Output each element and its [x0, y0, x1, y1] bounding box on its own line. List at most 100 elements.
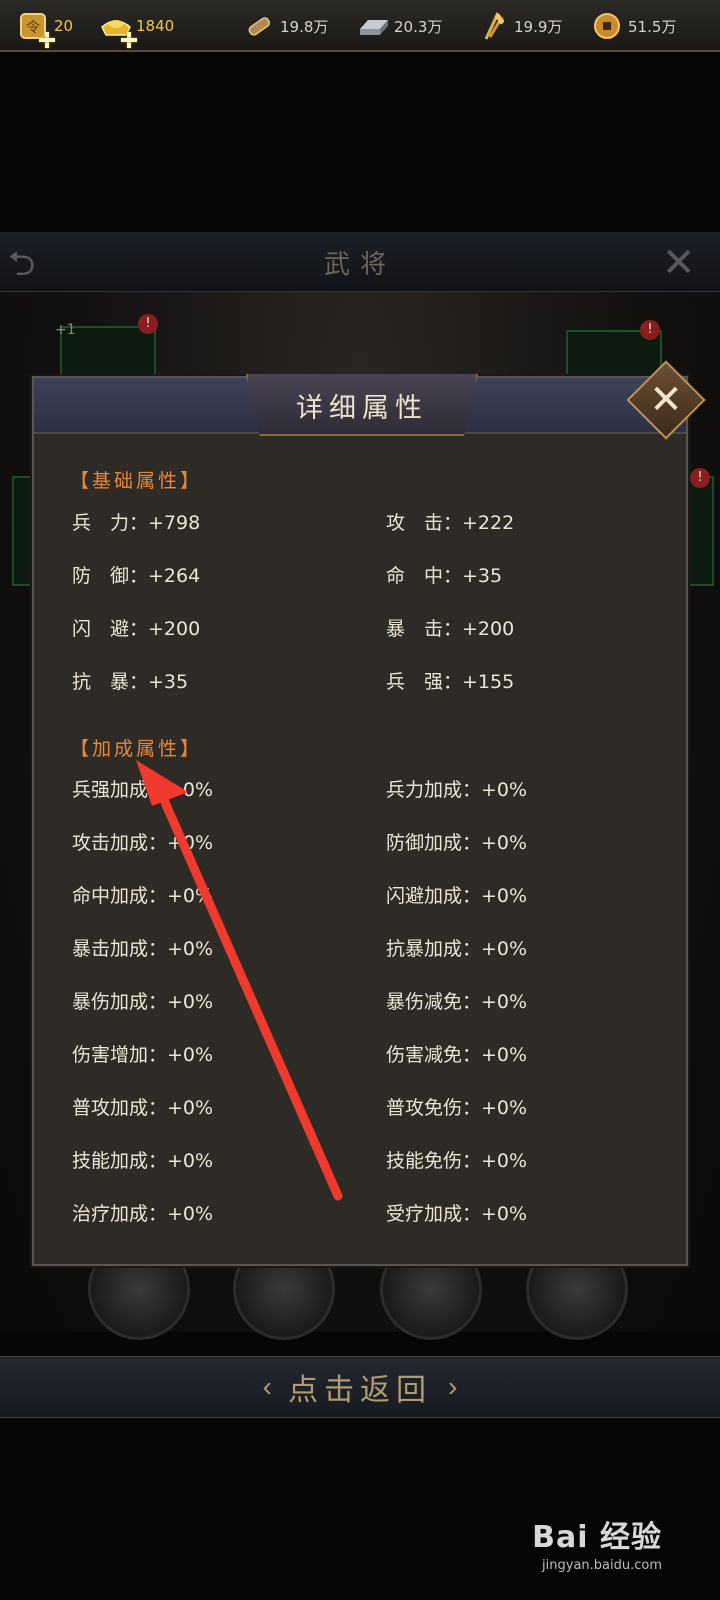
- attr-label: 抗暴加成：: [386, 938, 482, 960]
- attr-label: 伤害减免：: [386, 1044, 482, 1066]
- bonus-attr: 攻击加成：+0%: [72, 828, 213, 855]
- chevron-left-icon: ‹: [262, 1371, 272, 1402]
- attr-label: 兵 强：: [386, 671, 463, 693]
- return-button[interactable]: ‹ 点击返回 ›: [0, 1356, 720, 1418]
- attr-value: +0%: [167, 1044, 214, 1066]
- attr-label: 防御加成：: [386, 832, 482, 854]
- grain-count: 19.9万: [514, 17, 563, 36]
- attr-label: 普攻免伤：: [386, 1097, 482, 1119]
- attr-label: 治疗加成：: [72, 1203, 168, 1225]
- resource-copper[interactable]: 51.5万: [592, 10, 676, 42]
- gold-ingot-icon: [100, 11, 137, 48]
- copper-coin-icon: [592, 11, 622, 41]
- detail-attributes-dialog: 详细属性 ✕ 【基础属性】 兵 力：+798 攻 击：+222 防 御：+264…: [32, 360, 706, 1266]
- attr-value: +0%: [481, 832, 528, 854]
- attr-value: +0%: [481, 1097, 528, 1119]
- attr-value: +0%: [167, 1097, 214, 1119]
- bonus-attr: 普攻免伤：+0%: [386, 1093, 527, 1120]
- watermark-url: jingyan.baidu.com: [542, 1558, 662, 1573]
- attr-label: 暴伤减免：: [386, 991, 482, 1013]
- attr-label: 技能免伤：: [386, 1150, 482, 1172]
- bonus-attr: 治疗加成：+0%: [72, 1199, 213, 1226]
- attr-label: 闪 避：: [72, 618, 149, 640]
- attr-label: 防 御：: [72, 565, 149, 587]
- attr-value: +0%: [481, 1044, 528, 1066]
- attr-value: +0%: [481, 779, 528, 801]
- attr-value: +0%: [167, 1150, 214, 1172]
- base-attr: 暴 击：+200: [386, 614, 514, 641]
- attr-value: +200: [148, 618, 201, 640]
- attr-value: +35: [462, 565, 503, 587]
- base-attr: 防 御：+264: [72, 561, 200, 588]
- close-icon[interactable]: ✕: [662, 240, 706, 286]
- wood-count: 19.8万: [280, 17, 329, 36]
- iron-count: 20.3万: [394, 17, 443, 36]
- attr-label: 兵力加成：: [386, 779, 482, 801]
- attr-label: 伤害增加：: [72, 1044, 168, 1066]
- general-screen-title: 武将: [323, 250, 396, 280]
- chevron-right-icon: ›: [448, 1371, 458, 1402]
- watermark-logo: Bai 经验: [532, 1520, 662, 1555]
- resource-grain[interactable]: 19.9万: [478, 10, 562, 42]
- baidu-watermark: Bai 经验 jingyan.baidu.com: [532, 1512, 662, 1573]
- grain-icon: [478, 11, 508, 41]
- attr-label: 闪避加成：: [386, 885, 482, 907]
- add-token-icon[interactable]: [38, 31, 56, 49]
- base-attr: 攻 击：+222: [386, 508, 514, 535]
- attr-value: +200: [462, 618, 515, 640]
- alert-badge: !: [138, 314, 158, 334]
- attr-value: +0%: [167, 885, 214, 907]
- attr-value: +155: [462, 671, 515, 693]
- attr-label: 暴伤加成：: [72, 991, 168, 1013]
- attr-value: +0%: [481, 885, 528, 907]
- attr-value: +0%: [167, 779, 214, 801]
- iron-icon: [358, 11, 388, 41]
- attr-label: 暴击加成：: [72, 938, 168, 960]
- token-icon: 令: [18, 11, 55, 48]
- base-attr: 兵 力：+798: [72, 508, 200, 535]
- bonus-attr: 暴击加成：+0%: [72, 934, 213, 961]
- close-icon: ✕: [649, 377, 683, 423]
- return-button-label: 点击返回: [288, 1373, 432, 1408]
- base-attr: 抗 暴：+35: [72, 667, 188, 694]
- attr-label: 命 中：: [386, 565, 463, 587]
- equipment-slot[interactable]: [688, 476, 714, 586]
- bonus-attr: 抗暴加成：+0%: [386, 934, 527, 961]
- attr-value: +35: [148, 671, 189, 693]
- token-count: 20: [54, 17, 74, 35]
- bonus-attr: 暴伤加成：+0%: [72, 987, 213, 1014]
- resource-token[interactable]: 令 20: [18, 10, 74, 48]
- bonus-attr: 兵力加成：+0%: [386, 775, 527, 802]
- attr-value: +264: [148, 565, 201, 587]
- attr-label: 兵强加成：: [72, 779, 168, 801]
- attr-label: 受疗加成：: [386, 1203, 482, 1225]
- resource-wood[interactable]: 19.8万: [244, 10, 328, 42]
- upgrade-plus-label: +1: [55, 322, 76, 338]
- attr-label: 命中加成：: [72, 885, 168, 907]
- gold-count: 1840: [136, 17, 175, 35]
- bonus-attr: 闪避加成：+0%: [386, 881, 527, 908]
- resource-gold[interactable]: 1840: [100, 10, 175, 48]
- bonus-attr: 命中加成：+0%: [72, 881, 213, 908]
- bonus-attr: 普攻加成：+0%: [72, 1093, 213, 1120]
- bonus-attr: 技能加成：+0%: [72, 1146, 213, 1173]
- attr-label: 攻 击：: [386, 512, 463, 534]
- bonus-attr: 兵强加成：+0%: [72, 775, 213, 802]
- attr-value: +0%: [167, 832, 214, 854]
- attr-value: +0%: [481, 938, 528, 960]
- attr-label: 暴 击：: [386, 618, 463, 640]
- attr-label: 普攻加成：: [72, 1097, 168, 1119]
- attr-value: +0%: [481, 1203, 528, 1225]
- attr-value: +798: [148, 512, 201, 534]
- resource-iron[interactable]: 20.3万: [358, 10, 442, 42]
- wood-icon: [244, 11, 274, 41]
- bonus-attr: 伤害减免：+0%: [386, 1040, 527, 1067]
- attr-value: +222: [462, 512, 515, 534]
- base-attr: 命 中：+35: [386, 561, 502, 588]
- attr-label: 攻击加成：: [72, 832, 168, 854]
- add-gold-icon[interactable]: [120, 31, 138, 49]
- attr-value: +0%: [481, 991, 528, 1013]
- attr-value: +0%: [481, 1150, 528, 1172]
- bonus-attributes-heading: 【加成属性】: [70, 738, 203, 760]
- copper-count: 51.5万: [628, 17, 677, 36]
